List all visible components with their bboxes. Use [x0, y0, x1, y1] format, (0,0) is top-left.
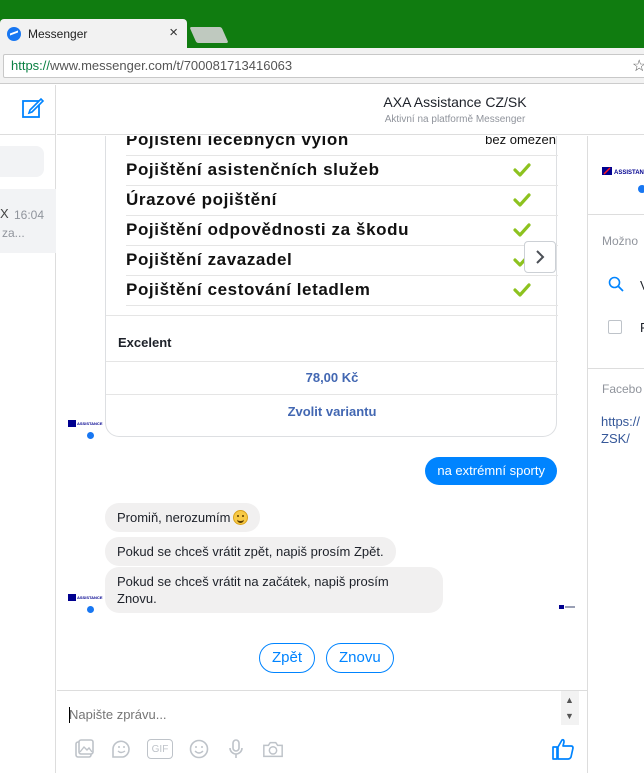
coverage-name: Pojištění cestování letadlem: [126, 280, 371, 299]
checkbox-option-label[interactable]: P: [640, 320, 644, 335]
coverage-row: Pojištění asistenčních služeb: [126, 156, 558, 186]
chevron-right-icon: [536, 250, 545, 264]
outgoing-message[interactable]: na extrémní sporty: [425, 457, 557, 485]
checkmark-icon: [513, 283, 531, 297]
facebook-page-link[interactable]: https://ZSK/: [601, 413, 644, 447]
scroll-up-icon[interactable]: ▲: [565, 695, 574, 705]
emoji-icon[interactable]: [188, 738, 210, 760]
gif-icon[interactable]: GIF: [147, 739, 173, 759]
coverage-row: Pojištění léčebných výloh bez omezen: [126, 136, 558, 156]
message-text: Promiň, nerozumím: [117, 510, 231, 525]
coverage-name: Pojištění léčebných výloh: [126, 136, 349, 149]
coverage-row: Pojištění cestování letadlem: [126, 276, 558, 306]
option-checkbox[interactable]: [608, 320, 622, 334]
composer-toolbar: GIF: [73, 737, 299, 761]
conversation-info-pane: ASSISTAN Možno V P Facebo https://ZSK/: [587, 136, 644, 773]
axa-logo-icon: [68, 420, 76, 427]
tab-close-icon[interactable]: ×: [169, 24, 178, 41]
messenger-badge-icon: [86, 431, 95, 440]
coverage-name: Pojištění asistenčních služeb: [126, 160, 380, 179]
coverage-name: Úrazové pojištění: [126, 190, 277, 209]
axa-avatar[interactable]: ASSISTANCE: [66, 411, 102, 441]
url-scheme: https://: [11, 58, 51, 73]
quick-reply-back[interactable]: Zpět: [259, 643, 316, 673]
coverage-row: Pojištění odpovědnosti za škodu: [126, 216, 558, 246]
right-divider: [588, 368, 644, 369]
messenger-badge-icon: [86, 605, 95, 614]
smiley-emoji-icon: [233, 510, 249, 525]
checkmark-icon: [513, 193, 531, 207]
axa-logo-icon: [68, 594, 76, 601]
right-divider: [588, 214, 644, 215]
gif-label: GIF: [151, 743, 169, 755]
compose-icon[interactable]: [21, 96, 45, 120]
message-input[interactable]: [69, 707, 549, 722]
quick-reply-again[interactable]: Znovu: [326, 643, 394, 673]
checkmark-icon: [513, 163, 531, 177]
price-button[interactable]: 78,00 Kč: [106, 370, 558, 385]
options-heading: Možno: [602, 234, 639, 248]
conversation-item[interactable]: X 16:04 za...: [0, 189, 56, 253]
conversation-list-pane: X 16:04 za...: [0, 85, 56, 773]
card-divider: [106, 361, 558, 362]
axa-avatar[interactable]: ASSISTANCE: [66, 585, 102, 615]
conversation-snippet: za...: [2, 226, 25, 240]
thumbs-up-icon[interactable]: [551, 737, 575, 761]
card-divider: [106, 315, 558, 316]
search-icon[interactable]: [608, 276, 624, 292]
message-thread: Pojištění léčebných výloh bez omezen Poj…: [57, 136, 587, 690]
coverage-name: Pojištění odpovědnosti za škodu: [126, 220, 410, 239]
bookmark-star-icon[interactable]: ☆: [632, 56, 644, 76]
axa-logo-text: ASSISTANCE: [77, 421, 103, 426]
scroll-down-icon[interactable]: ▼: [565, 711, 574, 721]
coverage-row: Úrazové pojištění: [126, 186, 558, 216]
choose-variant-button[interactable]: Zvolit variantu: [106, 404, 558, 419]
message-composer: ▲ ▼ GIF: [57, 690, 587, 773]
coverage-row: Pojištění zavazadel: [126, 246, 558, 276]
chat-header: AXA Assistance CZ/SK Aktivní na platform…: [57, 85, 644, 135]
carousel-next-button[interactable]: [524, 241, 556, 273]
insurance-offer-card: Pojištění léčebných výloh bez omezen Poj…: [105, 136, 558, 437]
microphone-icon[interactable]: [225, 738, 247, 760]
coverage-name: Pojištění zavazadel: [126, 250, 293, 269]
messenger-favicon-icon: [7, 26, 21, 41]
svg-text:ASSISTAN: ASSISTAN: [614, 170, 644, 176]
new-tab-button[interactable]: [189, 27, 229, 43]
facebook-heading: Facebo: [602, 382, 643, 396]
url-path: www.messenger.com/t/700081713416063: [50, 58, 293, 73]
browser-tab-bar: Messenger ×: [0, 0, 644, 48]
image-icon[interactable]: [73, 738, 95, 760]
address-bar: https://www.messenger.com/t/700081713416…: [0, 48, 644, 84]
axa-assistance-logo: ASSISTAN: [602, 165, 644, 198]
incoming-message[interactable]: Pokud se chceš vrátit zpět, napiš prosím…: [105, 537, 396, 566]
coverage-value: bez omezen: [485, 136, 556, 147]
contact-status: Aktivní na platformě Messenger: [384, 114, 526, 125]
left-divider: [0, 134, 56, 135]
conversation-search-input[interactable]: [0, 146, 44, 177]
card-divider: [106, 394, 558, 395]
camera-icon[interactable]: [262, 738, 284, 760]
contact-name[interactable]: AXA Assistance CZ/SK: [57, 94, 644, 110]
variant-title: Excelent: [118, 335, 172, 350]
incoming-message[interactable]: Pokud se chceš vrátit na začátek, napiš …: [105, 567, 443, 613]
axa-logo-text: ASSISTANCE: [77, 595, 103, 600]
sticker-icon[interactable]: [110, 738, 132, 760]
seen-indicator-icon: [559, 605, 575, 609]
checkmark-icon: [513, 223, 531, 237]
text-caret: [69, 707, 70, 723]
conversation-name-fragment: X: [0, 206, 9, 221]
search-option-label[interactable]: V: [640, 278, 644, 293]
conversation-time: 16:04: [14, 208, 45, 222]
url-input[interactable]: https://www.messenger.com/t/700081713416…: [3, 54, 644, 78]
browser-tab[interactable]: Messenger ×: [0, 19, 187, 48]
tab-title: Messenger: [28, 26, 88, 41]
composer-scrollbar[interactable]: ▲ ▼: [561, 691, 579, 725]
incoming-message[interactable]: Promiň, nerozumím: [105, 503, 261, 532]
